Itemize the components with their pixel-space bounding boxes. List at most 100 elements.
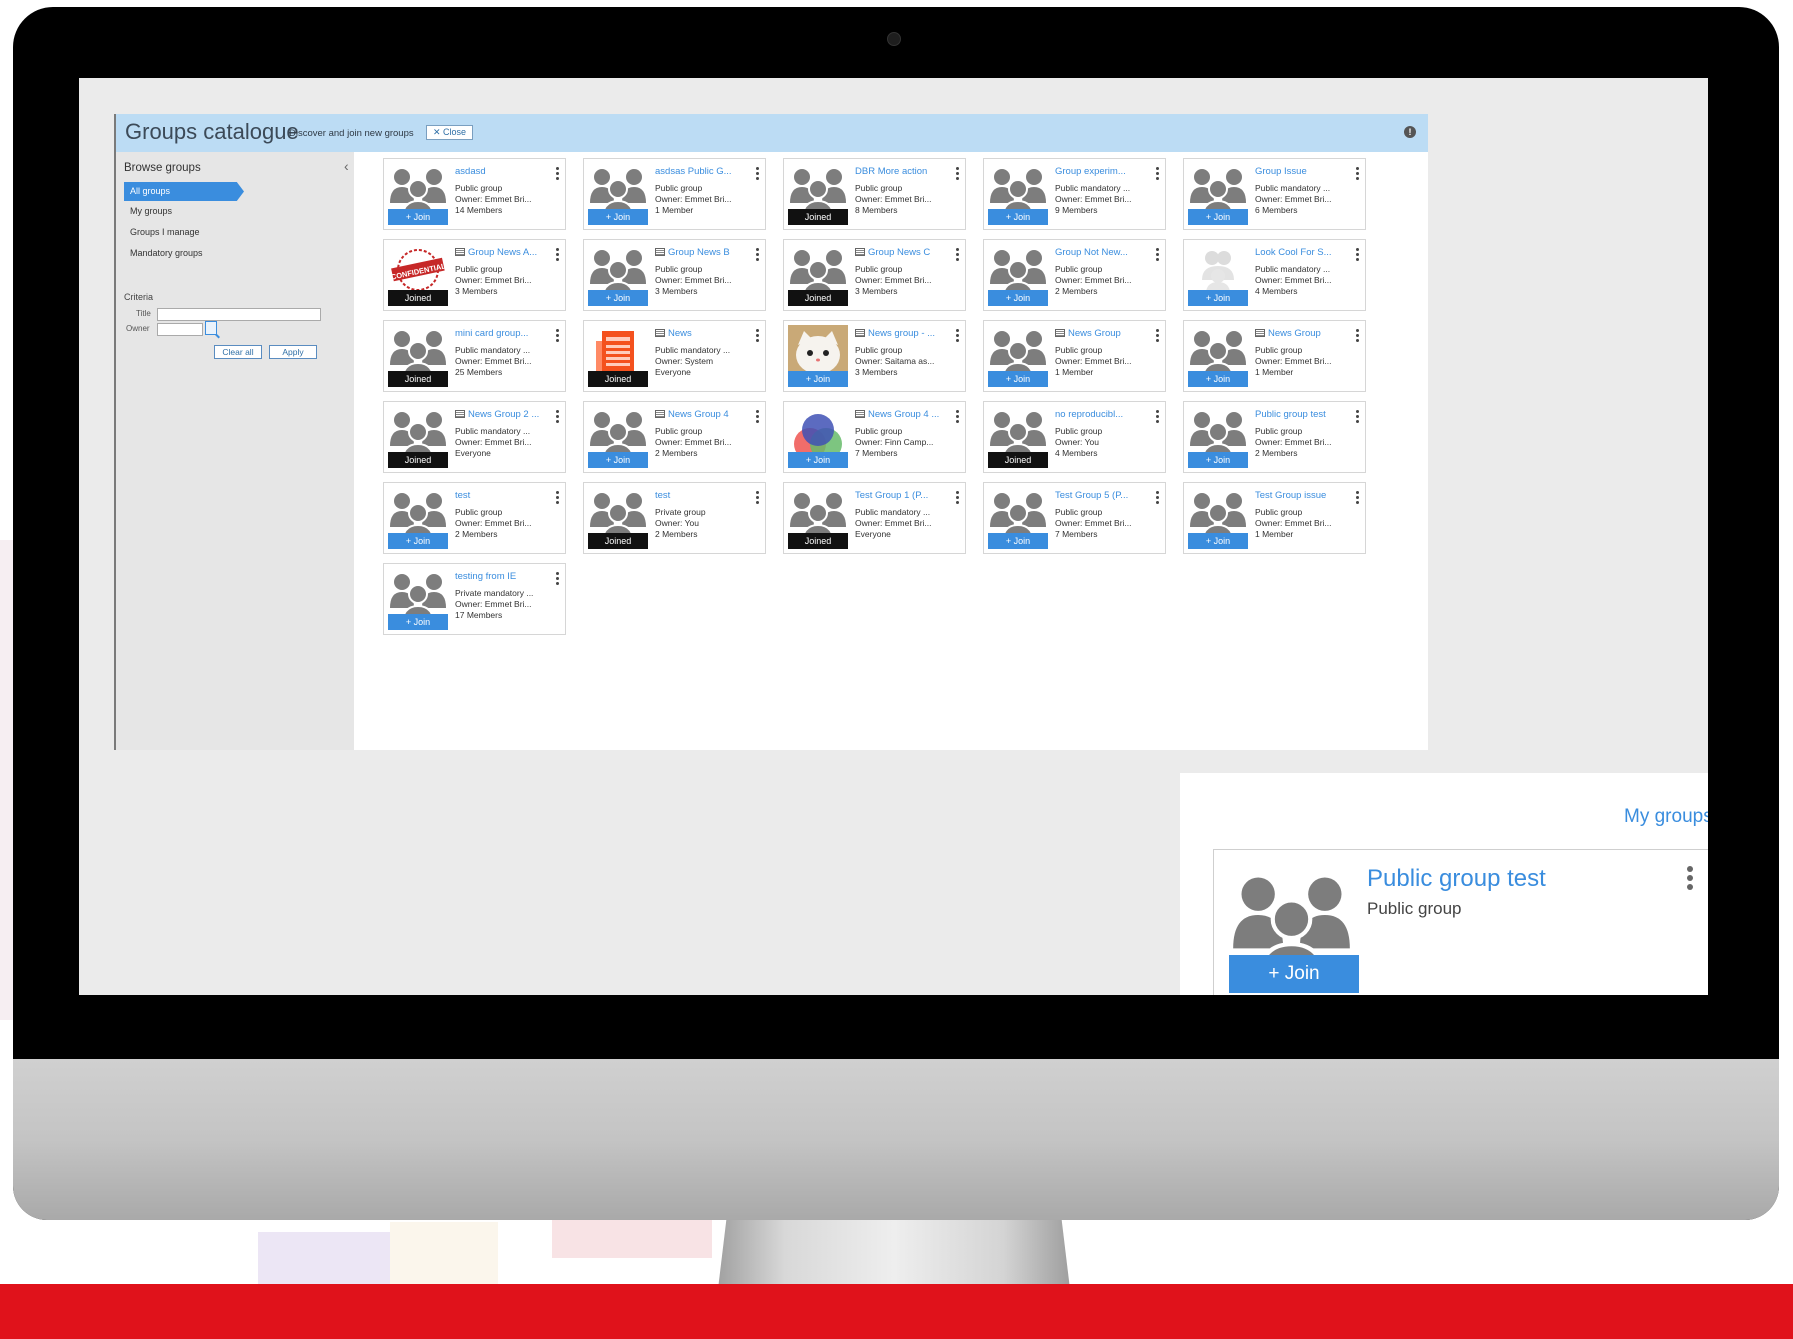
group-title[interactable]: News Group [1268, 328, 1321, 339]
more-options-icon[interactable] [756, 329, 759, 344]
group-title[interactable]: Group News B [668, 247, 730, 258]
group-title[interactable]: DBR More action [855, 166, 927, 177]
group-card[interactable]: + Join Test Group issue Public group Owner:… [1183, 482, 1366, 554]
group-card[interactable]: + Join testing from IE Private mandatory .… [383, 563, 566, 635]
group-title-link[interactable]: Group experim... [1055, 166, 1149, 177]
group-card[interactable]: + Join News group - ... Public group Owner:… [783, 320, 966, 392]
group-title-link[interactable]: News Group 4 [655, 409, 749, 420]
group-title[interactable]: News Group 4 ... [868, 409, 939, 420]
sidebar-item-my-groups[interactable]: My groups [124, 202, 172, 221]
group-card[interactable]: CONFIDENTIAL Joined Group News A... Public … [383, 239, 566, 311]
join-button[interactable]: + Join [1188, 452, 1248, 468]
sidebar-item-groups-i-manage[interactable]: Groups I manage [124, 223, 200, 242]
group-title[interactable]: News [668, 328, 692, 339]
join-button[interactable]: + Join [588, 209, 648, 225]
more-options-icon[interactable] [1156, 329, 1159, 344]
info-icon[interactable]: ! [1404, 126, 1416, 138]
group-card[interactable]: + Join News Group 4 ... Public group Owner:… [783, 401, 966, 473]
collapse-chevron-icon[interactable]: ‹ [344, 158, 349, 174]
group-title-link[interactable]: Group News A... [455, 247, 549, 258]
group-title[interactable]: testing from IE [455, 571, 516, 582]
group-title[interactable]: test [655, 490, 670, 501]
group-title-link[interactable]: Group Not New... [1055, 247, 1149, 258]
more-options-icon[interactable] [756, 410, 759, 425]
join-button[interactable]: + Join [588, 290, 648, 306]
my-group-title[interactable]: Public group test [1367, 865, 1546, 893]
group-card[interactable]: Joined test Private group Owner: You 2 Membe… [583, 482, 766, 554]
more-options-icon[interactable] [556, 410, 559, 425]
group-card[interactable]: + Join asdasd Public group Owner: Emmet Bri… [383, 158, 566, 230]
group-title-link[interactable]: News Group [1055, 328, 1149, 339]
more-options-icon[interactable] [756, 167, 759, 182]
group-title[interactable]: Group News A... [468, 247, 537, 258]
more-options-icon[interactable] [1156, 410, 1159, 425]
more-options-icon[interactable] [1356, 410, 1359, 425]
group-title[interactable]: Test Group issue [1255, 490, 1326, 501]
group-card[interactable]: + Join test Public group Owner: Emmet Bri..… [383, 482, 566, 554]
group-title[interactable]: News group - ... [868, 328, 935, 339]
sidebar-item-mandatory-groups[interactable]: Mandatory groups [124, 244, 203, 263]
join-button[interactable]: + Join [1188, 290, 1248, 306]
join-button[interactable]: + Join [588, 452, 648, 468]
join-button[interactable]: + Join [988, 209, 1048, 225]
group-title-link[interactable]: Test Group 5 (P... [1055, 490, 1149, 501]
group-title-link[interactable]: testing from IE [455, 571, 549, 582]
my-group-card[interactable]: Public group test Public group + Join [1213, 849, 1708, 995]
group-title[interactable]: Test Group 5 (P... [1055, 490, 1128, 501]
join-button[interactable]: + Join [1188, 371, 1248, 387]
group-card[interactable]: + Join Group Issue Public mandatory ... Own… [1183, 158, 1366, 230]
join-button[interactable]: + Join [1188, 209, 1248, 225]
group-title-link[interactable]: test [455, 490, 549, 501]
more-options-icon[interactable] [556, 491, 559, 506]
group-title-link[interactable]: News Group 2 ... [455, 409, 549, 420]
join-button[interactable]: + Join [788, 371, 848, 387]
more-options-icon[interactable] [1687, 866, 1693, 893]
title-input[interactable] [157, 308, 321, 321]
group-title-link[interactable]: Group News B [655, 247, 749, 258]
group-card[interactable]: Joined Test Group 1 (P... Public mandatory… [783, 482, 966, 554]
group-card[interactable]: + Join Group Not New... Public group Owner:… [983, 239, 1166, 311]
group-title[interactable]: asdsas Public G... [655, 166, 732, 177]
more-options-icon[interactable] [1356, 329, 1359, 344]
sidebar-item-all-groups[interactable]: All groups [124, 182, 244, 201]
group-card[interactable]: Joined News Public mandatory ... Owner: Sys… [583, 320, 766, 392]
group-title[interactable]: mini card group... [455, 328, 528, 339]
more-options-icon[interactable] [1156, 167, 1159, 182]
group-title[interactable]: no reproducibl... [1055, 409, 1123, 420]
group-card[interactable]: + Join Test Group 5 (P... Public group Owne… [983, 482, 1166, 554]
more-options-icon[interactable] [1156, 491, 1159, 506]
more-options-icon[interactable] [1356, 248, 1359, 263]
group-card[interactable]: + Join News Group 4 Public group Owner: Emm… [583, 401, 766, 473]
group-card[interactable]: + Join Look Cool For S... Public mandatory… [1183, 239, 1366, 311]
clear-all-button[interactable]: Clear all [214, 345, 262, 359]
group-title-link[interactable]: test [655, 490, 749, 501]
group-title-link[interactable]: Look Cool For S... [1255, 247, 1349, 258]
group-card[interactable]: + Join Public group test Public group Owner… [1183, 401, 1366, 473]
group-title[interactable]: Group Not New... [1055, 247, 1128, 258]
group-title[interactable]: News Group 2 ... [468, 409, 539, 420]
more-options-icon[interactable] [956, 248, 959, 263]
group-title-link[interactable]: Test Group issue [1255, 490, 1349, 501]
more-options-icon[interactable] [956, 410, 959, 425]
group-card[interactable]: Joined no reproducibl... Public group Owner… [983, 401, 1166, 473]
my-groups-heading[interactable]: My groups [1624, 806, 1708, 828]
group-title-link[interactable]: News [655, 328, 749, 339]
more-options-icon[interactable] [556, 329, 559, 344]
group-title-link[interactable]: Group Issue [1255, 166, 1349, 177]
group-card[interactable]: Joined mini card group... Public mandatory… [383, 320, 566, 392]
group-title[interactable]: Group experim... [1055, 166, 1126, 177]
join-button[interactable]: + Join [388, 209, 448, 225]
group-title-link[interactable]: no reproducibl... [1055, 409, 1149, 420]
group-card[interactable]: Joined DBR More action Public group Owner: … [783, 158, 966, 230]
group-title-link[interactable]: asdasd [455, 166, 549, 177]
more-options-icon[interactable] [756, 491, 759, 506]
join-button[interactable]: + Join [1188, 533, 1248, 549]
my-group-join-button[interactable]: + Join [1229, 955, 1359, 993]
group-title-link[interactable]: News Group [1255, 328, 1349, 339]
more-options-icon[interactable] [956, 167, 959, 182]
group-title[interactable]: Group Issue [1255, 166, 1307, 177]
more-options-icon[interactable] [556, 572, 559, 587]
group-card[interactable]: Joined News Group 2 ... Public mandatory .… [383, 401, 566, 473]
group-title-link[interactable]: Group News C [855, 247, 949, 258]
more-options-icon[interactable] [1356, 491, 1359, 506]
